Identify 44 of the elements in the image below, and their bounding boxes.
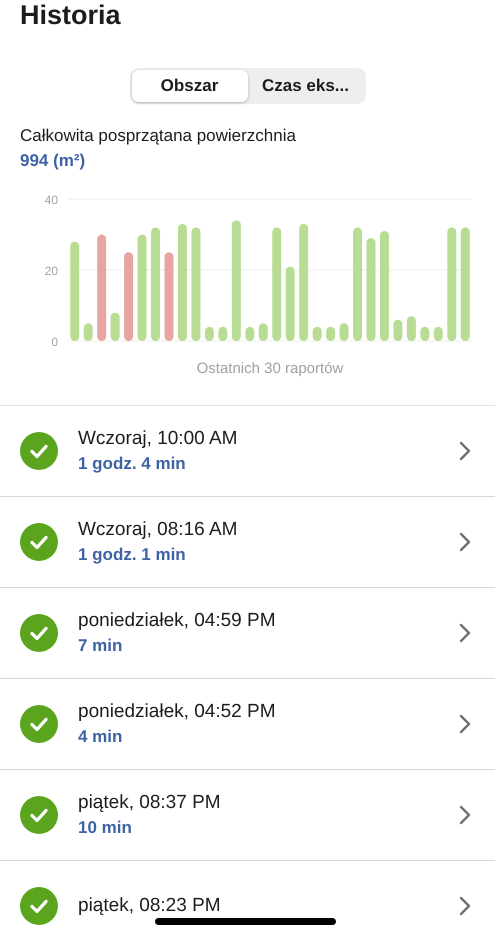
bar <box>420 326 430 341</box>
bar <box>218 326 228 341</box>
report-row[interactable]: poniedziałek, 04:59 PM 7 min <box>0 588 495 679</box>
axis-tick-label: 0 <box>51 335 58 349</box>
bar <box>204 326 214 341</box>
bar <box>312 326 322 341</box>
report-duration: 1 godz. 4 min <box>78 454 186 474</box>
chevron-icon <box>459 805 471 825</box>
report-row[interactable]: Wczoraj, 10:00 AM 1 godz. 4 min <box>0 406 495 497</box>
bar <box>84 323 93 341</box>
report-time: piątek, 08:37 PM <box>78 792 221 814</box>
chevron-icon <box>459 532 471 552</box>
bar <box>258 323 268 341</box>
report-time: Wczoraj, 08:16 AM <box>78 519 238 541</box>
report-row[interactable]: Wczoraj, 08:16 AM 1 godz. 1 min <box>0 497 495 588</box>
summary-label: Całkowita posprzątana powierzchnia <box>20 126 296 146</box>
bar <box>406 316 416 341</box>
page-title: Historia <box>20 0 121 30</box>
axis-tick-label: 40 <box>44 195 58 207</box>
bar <box>434 326 443 341</box>
report-time: poniedziałek, 04:52 PM <box>78 701 276 723</box>
report-duration: 10 min <box>78 818 132 838</box>
report-duration: 4 min <box>78 727 122 747</box>
axis-title: Ostatnich 30 raportów <box>196 360 344 377</box>
axis-tick-label: 20 <box>44 264 58 278</box>
chevron-icon <box>459 714 471 734</box>
bar <box>326 326 336 341</box>
report-row[interactable]: piątek, 08:37 PM 10 min <box>0 770 495 861</box>
report-time: Wczoraj, 10:00 AM <box>78 428 238 450</box>
report-time: poniedziałek, 04:59 PM <box>78 610 276 632</box>
report-row[interactable]: poniedziałek, 04:52 PM 4 min <box>0 679 495 770</box>
bar <box>340 323 349 341</box>
chevron-icon <box>459 441 471 461</box>
segment-tab[interactable]: Czas eks... <box>248 70 364 102</box>
summary-value: 994 (m²) <box>20 151 86 171</box>
chevron-icon <box>459 623 471 643</box>
report-duration: 7 min <box>78 636 122 656</box>
chevron-icon <box>459 896 471 916</box>
bar <box>110 312 120 341</box>
report-time: piątek, 08:23 PM <box>78 895 221 917</box>
bar <box>393 320 402 341</box>
report-duration: 1 godz. 1 min <box>78 545 186 565</box>
bar <box>245 326 254 341</box>
segment-tab[interactable]: Obszar <box>132 70 248 102</box>
